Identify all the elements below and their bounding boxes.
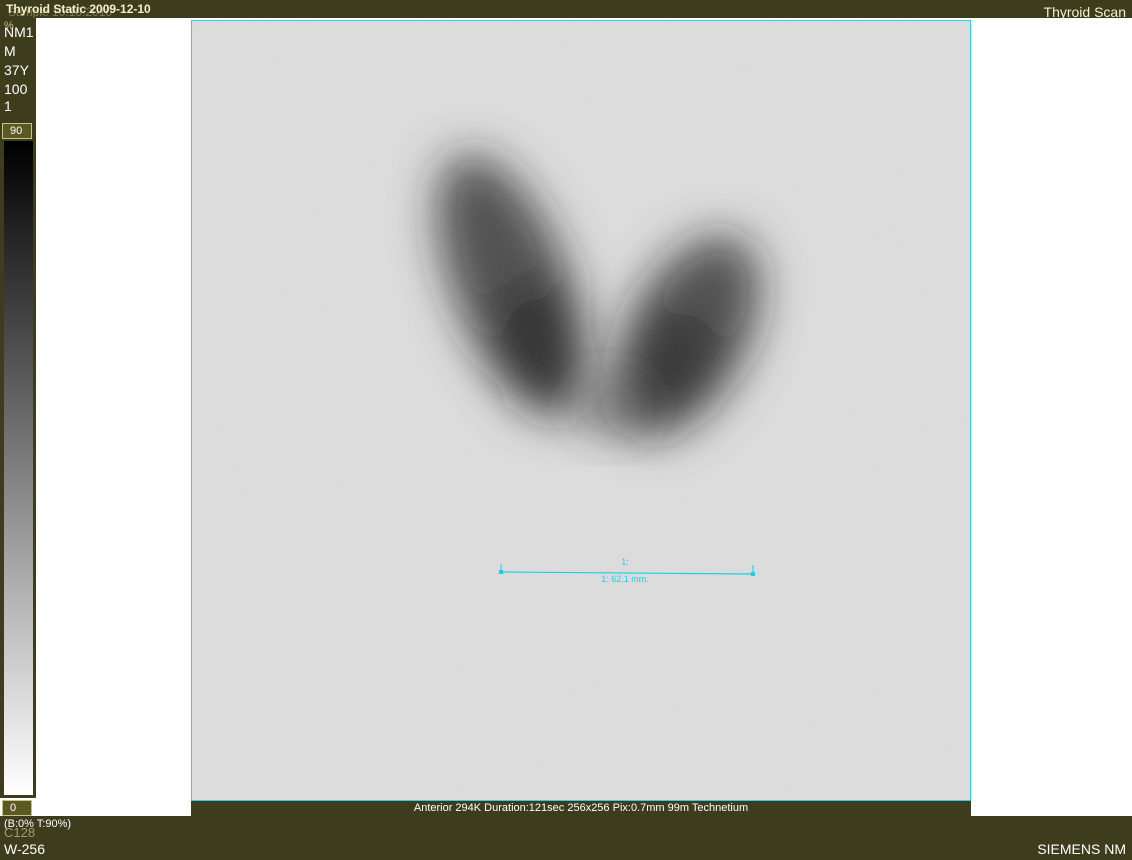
vendor-label: SIEMENS NM — [1037, 841, 1126, 857]
measurement-handle-left[interactable] — [499, 570, 503, 574]
top-bar: Sample 10.10.2010 Thyroid Static 2009-12… — [0, 0, 1132, 20]
window-width-label: W-256 — [4, 841, 45, 857]
thyroid-scan-image: 1: 1: 62.1 mm. — [192, 21, 970, 800]
left-info-panel: % NM1 M 37Y 100 1 90 0 — [0, 18, 36, 816]
window-center-label: C128 — [4, 825, 36, 840]
acquisition-info-strip: Anterior 294K Duration:121sec 256x256 Pi… — [191, 801, 971, 816]
patient-age: 37Y — [4, 62, 29, 78]
study-title: Thyroid Static 2009-12-10 — [6, 2, 151, 16]
measurement-value: 1: 62.1 mm. — [601, 574, 649, 584]
modality-label: NM1 — [4, 24, 34, 40]
zoom-value: 100 — [4, 81, 28, 97]
grayscale-bar[interactable] — [4, 141, 33, 795]
scan-image-viewport[interactable]: 1: 1: 62.1 mm. — [191, 20, 971, 801]
measurement-handle-right[interactable] — [751, 572, 755, 576]
scan-type-label: Thyroid Scan — [1043, 4, 1126, 20]
grayscale-min-label[interactable]: 0 — [2, 800, 32, 816]
grayscale-max-label[interactable]: 90 — [2, 123, 32, 139]
frame-number: 1 — [4, 98, 12, 114]
measurement-index: 1: — [621, 557, 629, 567]
patient-sex: M — [4, 43, 16, 59]
bottom-bar: (B:0% T:90%) C128 W-256 SIEMENS NM — [0, 816, 1132, 860]
